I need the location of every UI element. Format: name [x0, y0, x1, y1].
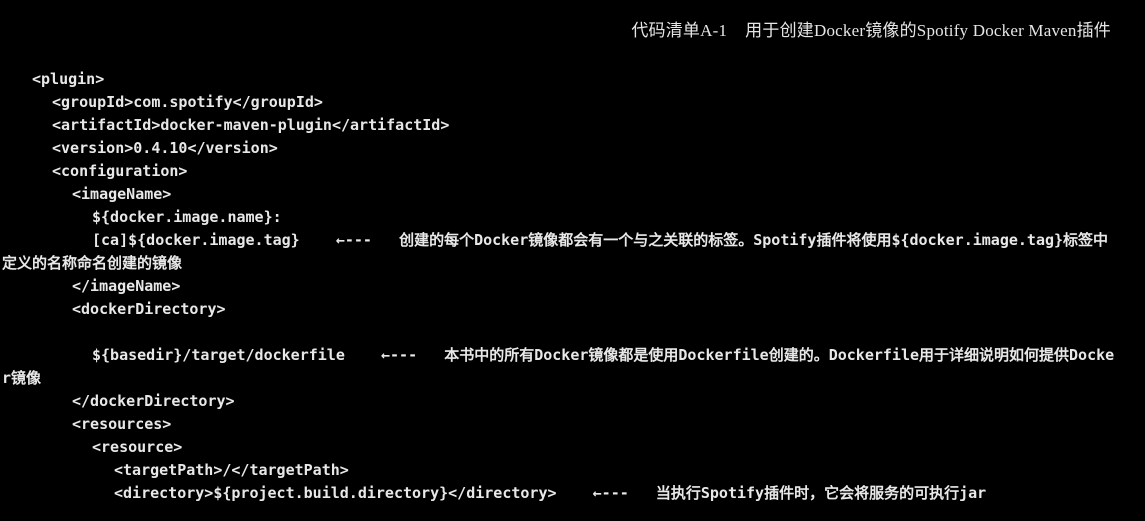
- code-line: <groupId>com.spotify</groupId>: [32, 91, 1117, 114]
- code-text: [ca]${docker.image.tag}: [92, 231, 300, 249]
- annotation-arrow: ←---: [335, 231, 372, 249]
- code-line: <resources>: [32, 413, 1117, 436]
- code-text: </imageName>: [72, 277, 181, 295]
- annotated-code-line: [ca]${docker.image.tag} ←--- 创建的每个Docker…: [2, 229, 1117, 275]
- annotation-arrow: ←---: [592, 484, 629, 502]
- code-text: <configuration>: [52, 162, 188, 180]
- code-listing-caption: 代码清单A-1 用于创建Docker镜像的Spotify Docker Maven…: [631, 16, 1111, 41]
- code-text: <resource>: [92, 438, 183, 456]
- code-line: <configuration>: [32, 160, 1117, 183]
- code-text: <imageName>: [72, 185, 172, 203]
- annotation-arrow: ←---: [381, 346, 418, 364]
- code-line: <resource>: [32, 436, 1117, 459]
- code-text: <resources>: [72, 415, 172, 433]
- code-text: </dockerDirectory>: [72, 392, 235, 410]
- code-line: <version>0.4.10</version>: [32, 137, 1117, 160]
- code-text: ${docker.image.name}:: [92, 208, 282, 226]
- code-line: <dockerDirectory>: [32, 298, 1117, 321]
- code-line: </imageName>: [32, 275, 1117, 298]
- annotated-code-line: ${basedir}/target/dockerfile ←--- 本书中的所有…: [2, 344, 1117, 390]
- code-line: <artifactId>docker-maven-plugin</artifac…: [32, 114, 1117, 137]
- listing-label: 代码清单A-1: [631, 21, 728, 40]
- code-line: <imageName>: [32, 183, 1117, 206]
- code-text: <directory>${project.build.directory}</d…: [114, 484, 557, 502]
- code-text: <artifactId>docker-maven-plugin</artifac…: [52, 116, 450, 134]
- code-block: <plugin> <groupId>com.spotify</groupId> …: [2, 68, 1117, 505]
- code-annotation: 当执行Spotify插件时，它会将服务的可执行jar: [655, 484, 987, 502]
- code-text: <plugin>: [32, 70, 105, 88]
- code-text: <dockerDirectory>: [72, 300, 226, 318]
- code-line: <plugin>: [32, 68, 1117, 91]
- code-text: <groupId>com.spotify</groupId>: [52, 93, 323, 111]
- code-text: ${basedir}/target/dockerfile: [92, 346, 345, 364]
- annotated-code-line: <directory>${project.build.directory}</d…: [32, 482, 1117, 505]
- code-text: <targetPath>/</targetPath>: [114, 461, 349, 479]
- code-line: <targetPath>/</targetPath>: [32, 459, 1117, 482]
- code-text: <version>0.4.10</version>: [52, 139, 278, 157]
- code-line: </dockerDirectory>: [32, 390, 1117, 413]
- code-line: ${docker.image.name}:: [32, 206, 1117, 229]
- listing-title: 用于创建Docker镜像的Spotify Docker Maven插件: [745, 21, 1111, 40]
